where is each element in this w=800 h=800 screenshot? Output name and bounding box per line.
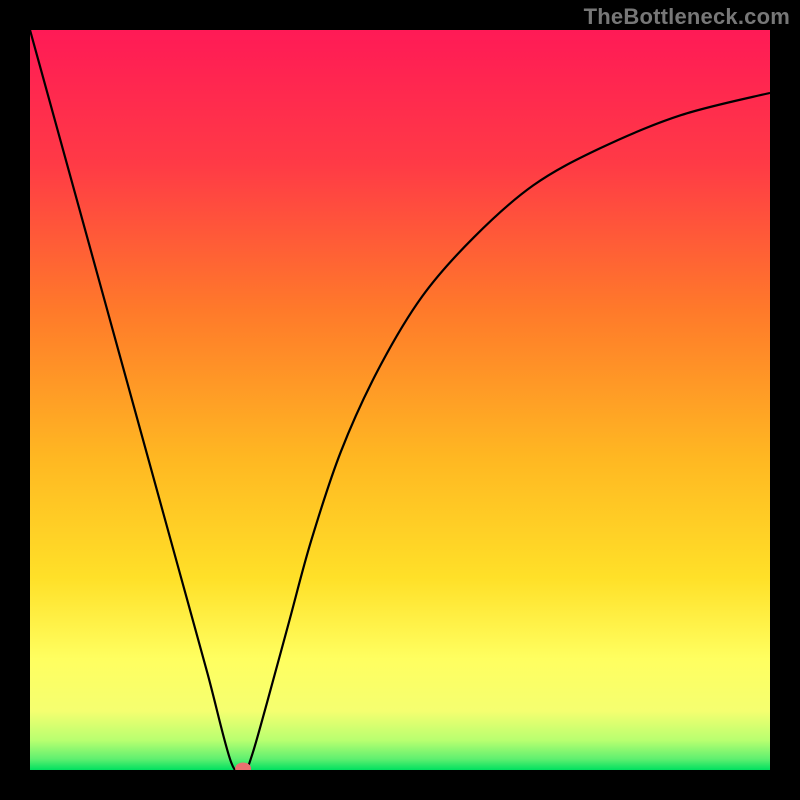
chart-svg [30, 30, 770, 770]
watermark-text: TheBottleneck.com [584, 4, 790, 30]
gradient-background [30, 30, 770, 770]
plot-area [30, 30, 770, 770]
frame: TheBottleneck.com [0, 0, 800, 800]
